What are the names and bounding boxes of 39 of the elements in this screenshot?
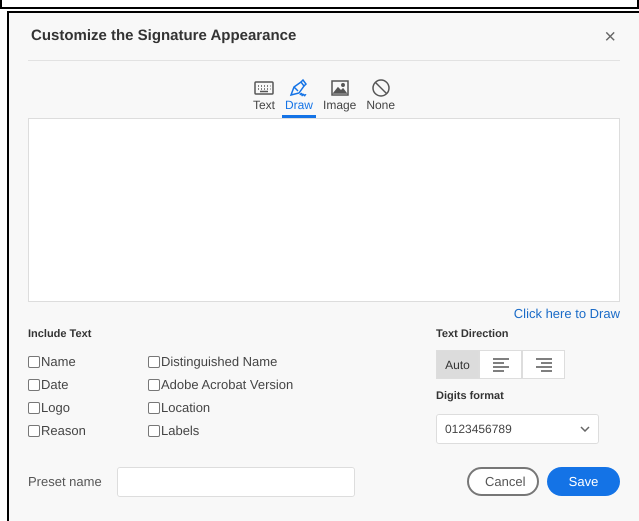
- checkbox[interactable]: [28, 378, 40, 390]
- checkbox-label: Name: [41, 352, 76, 371]
- align-left-icon: [490, 356, 510, 374]
- checkbox-label: Logo: [41, 398, 70, 417]
- checkbox[interactable]: [148, 424, 160, 436]
- checkbox[interactable]: [28, 356, 40, 368]
- draw-link[interactable]: Click here to Draw: [514, 304, 620, 324]
- preset-name-field[interactable]: [117, 466, 355, 496]
- align-right-button[interactable]: [522, 350, 565, 379]
- checkbox-label: Reason: [41, 422, 86, 440]
- section-title: Text Direction: [436, 326, 510, 342]
- digits-select[interactable]: 0123456789: [436, 414, 599, 444]
- image-icon: [328, 78, 351, 98]
- section-title: Digits format: [436, 389, 505, 404]
- cancel-button[interactable]: Cancel: [467, 467, 539, 496]
- checkbox-label: Adobe Acrobat Version: [161, 376, 294, 394]
- dialog-title: Customize the Signature Appearance: [31, 26, 296, 46]
- preset-label: Preset name: [28, 472, 103, 491]
- chevron-down-icon: [580, 426, 590, 432]
- checkbox[interactable]: [28, 424, 40, 436]
- section-title: Include Text: [28, 326, 92, 342]
- checkbox-label: Labels: [161, 422, 200, 440]
- checkbox[interactable]: [28, 402, 40, 414]
- checkbox-label: Location: [161, 398, 210, 417]
- align-right-icon: [534, 356, 554, 374]
- prohibited-icon: [370, 78, 392, 98]
- save-button[interactable]: Save: [547, 467, 620, 496]
- checkbox[interactable]: [148, 402, 160, 414]
- tab[interactable]: Text: [250, 78, 278, 118]
- pen-icon: [288, 78, 310, 98]
- checkbox-label: Distinguished Name: [161, 352, 278, 371]
- tab[interactable]: Image: [320, 78, 360, 118]
- checkbox-label: Date: [41, 376, 68, 394]
- direction-button[interactable]: Auto: [436, 350, 479, 379]
- checkbox[interactable]: [148, 356, 160, 368]
- tab[interactable]: None: [363, 78, 398, 118]
- checkbox[interactable]: [148, 378, 160, 390]
- close-button[interactable]: ×: [604, 26, 616, 46]
- align-left-button[interactable]: [479, 350, 522, 379]
